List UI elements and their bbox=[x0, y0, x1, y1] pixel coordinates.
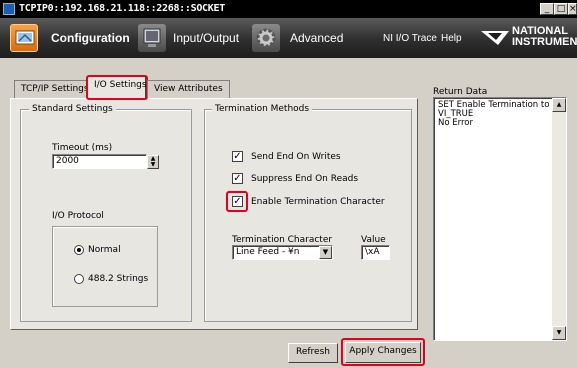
ni-logo: NATIONAL INSTRUMENTS bbox=[512, 26, 577, 48]
termination-value-input[interactable]: \xA bbox=[361, 245, 390, 260]
timeout-label: Timeout (ms) bbox=[52, 143, 113, 153]
enable-termination-checkbox[interactable]: ✓ bbox=[232, 196, 243, 207]
radio-488-strings-label: 488.2 Strings bbox=[88, 274, 149, 284]
minimize-button[interactable]: _ bbox=[540, 3, 554, 15]
radio-normal-label: Normal bbox=[88, 245, 121, 255]
io-protocol-label: I/O Protocol bbox=[52, 211, 104, 221]
timeout-spinner[interactable]: ▲ ▼ bbox=[147, 155, 159, 169]
io-settings-highlight bbox=[86, 75, 148, 100]
return-data-label: Return Data bbox=[433, 87, 488, 97]
send-end-label: Send End On Writes bbox=[251, 152, 341, 162]
termination-character-select[interactable]: Line Feed - ¥n bbox=[232, 245, 333, 260]
timeout-input[interactable]: 2000 bbox=[52, 154, 147, 169]
configuration-tab[interactable]: Configuration bbox=[51, 31, 130, 45]
help-link[interactable]: Help bbox=[441, 33, 462, 44]
refresh-button[interactable]: Refresh bbox=[288, 343, 338, 363]
advanced-tab[interactable]: Advanced bbox=[290, 31, 343, 45]
configuration-icon[interactable] bbox=[10, 24, 38, 52]
scroll-up-icon[interactable]: ▲ bbox=[552, 98, 566, 112]
input-output-tab[interactable]: Input/Output bbox=[173, 31, 239, 45]
return-data-text: SET Enable Termination to VI_TRUE No Err… bbox=[438, 100, 550, 128]
tab-tcpip-settings[interactable]: TCP/IP Settings bbox=[14, 80, 96, 98]
ni-eagle-icon bbox=[480, 27, 510, 49]
suppress-end-checkbox[interactable]: ✓ bbox=[232, 173, 243, 184]
chevron-down-icon[interactable]: ▼ bbox=[319, 246, 332, 259]
ni-io-trace-link[interactable]: NI I/O Trace bbox=[383, 33, 437, 44]
enable-termination-label: Enable Termination Character bbox=[251, 197, 385, 207]
suppress-end-label: Suppress End On Reads bbox=[251, 174, 359, 184]
standard-settings-title: Standard Settings bbox=[29, 104, 116, 114]
io-protocol-box bbox=[52, 226, 158, 307]
logo-line-2: INSTRUMENTS bbox=[512, 36, 577, 48]
input-output-icon[interactable] bbox=[138, 24, 166, 52]
apply-changes-button[interactable]: Apply Changes bbox=[345, 342, 421, 363]
window-title: TCPIP0::192.168.21.118::2268::SOCKET bbox=[19, 3, 225, 14]
termination-character-label: Termination Character bbox=[232, 235, 333, 245]
advanced-gear-icon[interactable] bbox=[252, 24, 280, 52]
tab-view-attributes[interactable]: View Attributes bbox=[147, 80, 230, 98]
main-toolbar: Configuration Input/Output Advanced NI I… bbox=[0, 18, 577, 58]
termination-methods-title: Termination Methods bbox=[212, 104, 313, 114]
maximize-button[interactable]: □ bbox=[554, 3, 568, 15]
spin-down-icon[interactable]: ▼ bbox=[148, 162, 158, 168]
termination-methods-group bbox=[204, 109, 412, 322]
close-button[interactable]: × bbox=[568, 3, 577, 15]
return-data-scrollbar[interactable]: ▲ ▼ bbox=[552, 98, 566, 340]
return-data-box: SET Enable Termination to VI_TRUE No Err… bbox=[433, 97, 567, 341]
title-bar: TCPIP0::192.168.21.118::2268::SOCKET _ □… bbox=[0, 0, 577, 18]
radio-488-strings[interactable] bbox=[74, 274, 84, 284]
scroll-down-icon[interactable]: ▼ bbox=[552, 326, 566, 340]
radio-normal[interactable] bbox=[74, 245, 84, 255]
send-end-checkbox[interactable]: ✓ bbox=[232, 151, 243, 162]
value-label: Value bbox=[361, 235, 386, 245]
app-icon bbox=[3, 3, 15, 15]
